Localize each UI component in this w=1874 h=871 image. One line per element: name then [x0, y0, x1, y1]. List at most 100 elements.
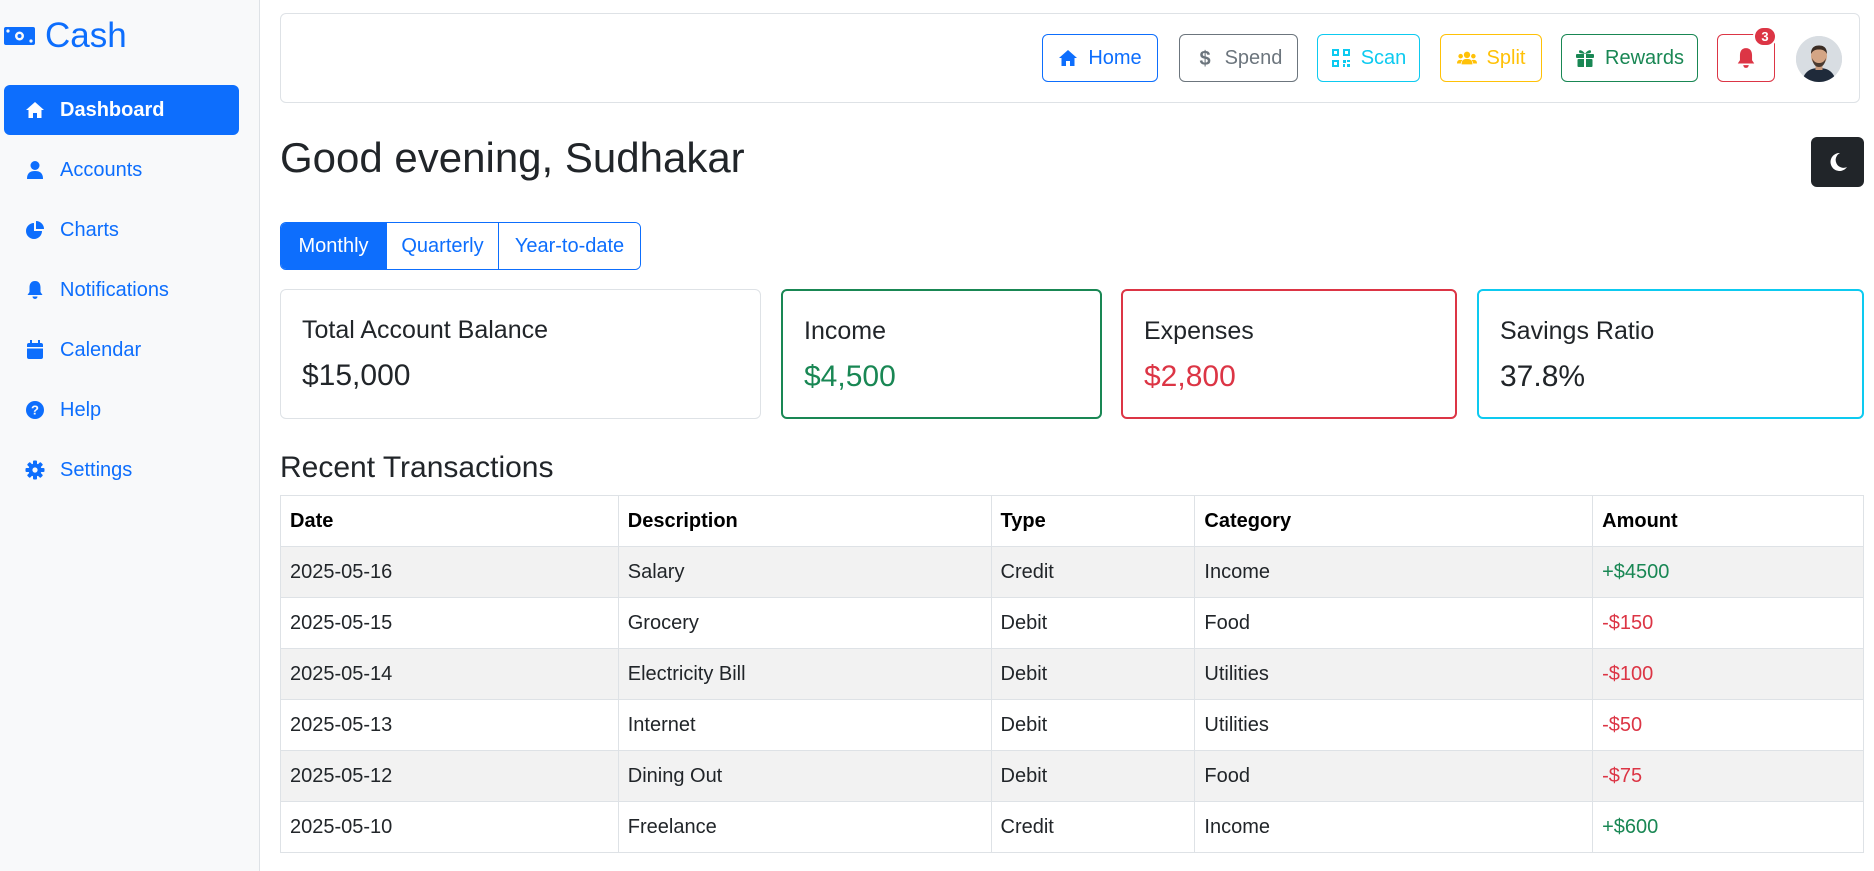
user-icon	[24, 159, 46, 181]
cell-type: Credit	[990, 801, 1196, 853]
cell-type: Debit	[990, 597, 1196, 649]
qr-code-icon	[1331, 48, 1351, 68]
table-row[interactable]: 2025-05-12 Dining Out Debit Food -$75	[280, 750, 1864, 802]
gift-icon	[1575, 48, 1595, 68]
cell-type: Credit	[990, 546, 1196, 598]
notification-count-badge: 3	[1753, 26, 1777, 47]
cell-category: Income	[1194, 801, 1594, 853]
bell-icon	[1737, 48, 1755, 68]
dark-mode-toggle[interactable]	[1811, 137, 1864, 187]
sidebar-item-label: Charts	[60, 218, 119, 241]
sidebar-item-calendar[interactable]: Calendar	[4, 325, 239, 375]
cell-description: Electricity Bill	[617, 648, 992, 700]
sidebar-item-label: Settings	[60, 458, 133, 481]
sidebar-nav: Dashboard Accounts Charts Notifications …	[4, 85, 239, 505]
brand-name: Cash	[45, 16, 127, 55]
balance-card: Total Account Balance $15,000	[280, 289, 761, 419]
period-monthly-button[interactable]: Monthly	[281, 223, 387, 269]
users-icon	[1456, 48, 1477, 68]
period-quarterly-button[interactable]: Quarterly	[387, 223, 499, 269]
cell-type: Debit	[990, 648, 1196, 700]
gear-icon	[24, 459, 46, 481]
scan-button-label: Scan	[1360, 46, 1407, 69]
cell-category: Utilities	[1194, 648, 1594, 700]
cell-description: Freelance	[617, 801, 992, 853]
column-header-type[interactable]: Type	[990, 495, 1196, 547]
sidebar-item-dashboard[interactable]: Dashboard	[4, 85, 239, 135]
period-ytd-button[interactable]: Year-to-date	[499, 223, 640, 269]
avatar[interactable]	[1796, 36, 1842, 82]
question-circle-icon: ?	[24, 399, 46, 421]
brand-logo[interactable]: Cash	[4, 14, 127, 58]
notifications-button[interactable]: 3	[1717, 26, 1777, 82]
page-title: Good evening, Sudhakar	[280, 134, 745, 181]
rewards-button-label: Rewards	[1605, 46, 1684, 69]
svg-text:?: ?	[31, 403, 39, 418]
cell-date: 2025-05-15	[280, 597, 619, 649]
cell-description: Internet	[617, 699, 992, 751]
balance-card-title: Total Account Balance	[302, 316, 548, 344]
column-header-category[interactable]: Category	[1194, 495, 1594, 547]
table-row[interactable]: 2025-05-15 Grocery Debit Food -$150	[280, 597, 1864, 649]
column-header-description[interactable]: Description	[617, 495, 992, 547]
home-icon	[1058, 48, 1078, 68]
money-bill-icon	[4, 27, 35, 45]
savings-card-title: Savings Ratio	[1500, 317, 1655, 345]
dollar-icon: $	[1195, 48, 1215, 68]
sidebar-item-notifications[interactable]: Notifications	[4, 265, 239, 315]
table-row[interactable]: 2025-05-16 Salary Credit Income +$4500	[280, 546, 1864, 598]
cell-description: Grocery	[617, 597, 992, 649]
income-card-value: $4,500	[804, 360, 896, 393]
rewards-button[interactable]: Rewards	[1561, 34, 1698, 82]
sidebar-item-help[interactable]: ? Help	[4, 385, 239, 435]
scan-button[interactable]: Scan	[1317, 34, 1420, 82]
cell-category: Food	[1194, 750, 1594, 802]
savings-card: Savings Ratio 37.8%	[1477, 289, 1864, 419]
expenses-card-value: $2,800	[1144, 360, 1236, 393]
column-header-amount[interactable]: Amount	[1592, 495, 1864, 547]
cell-amount: +$4500	[1592, 546, 1864, 598]
home-button-label: Home	[1088, 46, 1142, 69]
sidebar-item-charts[interactable]: Charts	[4, 205, 239, 255]
cell-description: Dining Out	[617, 750, 992, 802]
svg-text:$: $	[1199, 48, 1210, 68]
bell-icon	[24, 279, 46, 301]
table-row[interactable]: 2025-05-14 Electricity Bill Debit Utilit…	[280, 648, 1864, 700]
calendar-icon	[24, 339, 46, 361]
cell-category: Food	[1194, 597, 1594, 649]
table-header-row: Date Description Type Category Amount	[280, 495, 1864, 547]
sidebar: Cash Dashboard Accounts Charts Notificat…	[0, 0, 260, 871]
split-button-label: Split	[1486, 46, 1526, 69]
column-header-date[interactable]: Date	[280, 495, 619, 547]
cell-type: Debit	[990, 699, 1196, 751]
home-button[interactable]: Home	[1042, 34, 1158, 82]
moon-icon	[1830, 152, 1847, 171]
cell-description: Salary	[617, 546, 992, 598]
spend-button[interactable]: $ Spend	[1179, 34, 1298, 82]
sidebar-item-label: Dashboard	[60, 98, 165, 121]
cell-type: Debit	[990, 750, 1196, 802]
sidebar-item-label: Notifications	[60, 278, 169, 301]
sidebar-item-settings[interactable]: Settings	[4, 445, 239, 495]
table-row[interactable]: 2025-05-13 Internet Debit Utilities -$50	[280, 699, 1864, 751]
sidebar-item-accounts[interactable]: Accounts	[4, 145, 239, 195]
cell-category: Income	[1194, 546, 1594, 598]
pie-chart-icon	[24, 219, 46, 241]
income-card-title: Income	[804, 317, 886, 345]
cell-amount: -$50	[1592, 699, 1864, 751]
cell-date: 2025-05-10	[280, 801, 619, 853]
spend-button-label: Spend	[1224, 46, 1283, 69]
cell-category: Utilities	[1194, 699, 1594, 751]
sidebar-item-label: Calendar	[60, 338, 142, 361]
cell-amount: -$150	[1592, 597, 1864, 649]
cell-amount: -$75	[1592, 750, 1864, 802]
transactions-table: Date Description Type Category Amount 20…	[280, 495, 1864, 853]
cell-date: 2025-05-14	[280, 648, 619, 700]
table-row[interactable]: 2025-05-10 Freelance Credit Income +$600	[280, 801, 1864, 853]
split-button[interactable]: Split	[1440, 34, 1542, 82]
period-selector: Monthly Quarterly Year-to-date	[280, 222, 641, 270]
income-card: Income $4,500	[781, 289, 1102, 419]
cell-amount: -$100	[1592, 648, 1864, 700]
balance-card-value: $15,000	[302, 359, 411, 392]
cell-date: 2025-05-12	[280, 750, 619, 802]
